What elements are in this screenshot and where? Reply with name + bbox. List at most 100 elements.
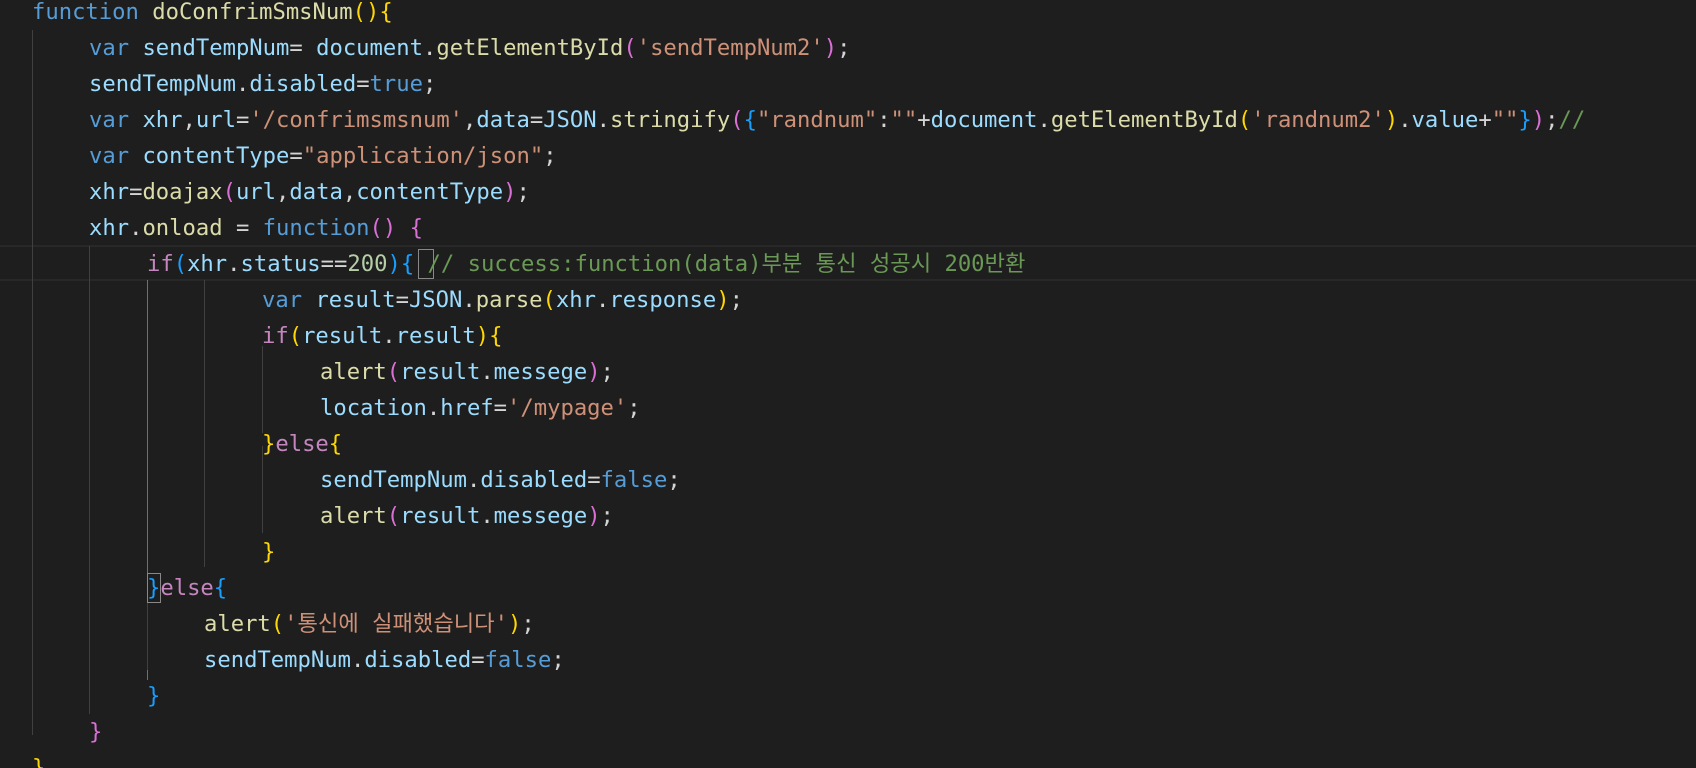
code-token: "" <box>890 107 918 133</box>
code-token: sendTempNum <box>320 467 467 493</box>
code-token: "" <box>1491 107 1519 133</box>
indent-guide <box>147 600 148 670</box>
code-line[interactable]: alert('통신에 실패했습니다'); <box>204 606 535 642</box>
code-token: href <box>440 395 494 421</box>
code-line[interactable]: var result=JSON.parse(xhr.response); <box>262 282 743 318</box>
code-line[interactable]: xhr=doajax(url,data,contentType); <box>89 174 530 210</box>
indent-guide <box>204 280 205 567</box>
code-token: else <box>275 431 329 457</box>
code-line[interactable]: var sendTempNum= document.getElementById… <box>89 30 850 66</box>
code-token: value <box>1411 107 1479 133</box>
code-token: sendTempNum <box>142 35 290 61</box>
code-token: disabled <box>249 71 357 97</box>
code-token: ) <box>587 503 601 529</box>
code-token: var <box>262 287 303 313</box>
code-line[interactable]: xhr.onload = function() { <box>89 210 423 246</box>
code-token: function <box>32 0 139 25</box>
code-token: data <box>476 107 530 133</box>
code-token: ( <box>288 323 303 349</box>
code-token: . <box>350 647 365 673</box>
code-token: ; <box>837 35 851 61</box>
code-token: JSON <box>543 107 597 133</box>
code-token: . <box>466 467 481 493</box>
code-token: var <box>89 35 130 61</box>
code-line[interactable]: if(result.result){ <box>262 318 502 354</box>
code-token: ( <box>386 503 401 529</box>
code-token: = <box>289 143 303 169</box>
code-token: result <box>302 323 383 349</box>
code-token: contentType <box>356 179 504 205</box>
code-token: onload <box>142 215 223 241</box>
code-token: ; <box>729 287 743 313</box>
bracket-match-close <box>147 573 161 603</box>
code-line[interactable]: } <box>262 534 275 570</box>
code-line[interactable]: sendTempNum.disabled=false; <box>204 642 565 678</box>
code-token: if <box>262 323 289 349</box>
code-token: ; <box>521 611 535 637</box>
code-line[interactable]: sendTempNum.disabled=true; <box>89 66 436 102</box>
code-line[interactable]: } <box>147 678 160 714</box>
code-token: '/mypage' <box>507 395 628 421</box>
code-token: false <box>600 467 668 493</box>
code-token: ( <box>730 107 744 133</box>
code-token: JSON <box>408 287 463 313</box>
code-line[interactable]: alert(result.messege); <box>320 498 614 534</box>
code-token: xhr <box>142 107 183 133</box>
code-token: if <box>147 251 174 277</box>
code-line[interactable]: } <box>32 750 45 768</box>
code-token: ; <box>422 71 437 97</box>
code-token: . <box>1037 107 1051 133</box>
code-line[interactable]: var contentType="application/json"; <box>89 138 557 174</box>
code-token: '통신에 실패했습니다' <box>284 611 508 637</box>
code-token: ) <box>507 611 522 637</box>
code-token: ) <box>475 323 490 349</box>
code-token: ; <box>1545 107 1559 133</box>
bracket-match-open <box>418 249 434 279</box>
code-token: . <box>382 323 396 349</box>
code-token: . <box>595 287 610 313</box>
code-token: ; <box>600 503 614 529</box>
code-token: result <box>400 503 481 529</box>
code-token: { <box>213 575 228 601</box>
code-token: doajax <box>142 179 223 205</box>
code-token: var <box>89 107 130 133</box>
code-token: false <box>484 647 552 673</box>
code-token: . <box>129 215 143 241</box>
code-token: { <box>328 431 343 457</box>
code-token: disabled <box>364 647 472 673</box>
code-token: ( <box>623 35 637 61</box>
code-token: . <box>1398 107 1412 133</box>
code-token: getElementById <box>436 35 624 61</box>
code-line[interactable]: function doConfrimSmsNum(){ <box>32 0 393 30</box>
code-token: { <box>400 251 415 277</box>
code-line[interactable]: if(xhr.status==200){ // success:function… <box>147 246 1025 282</box>
code-token: disabled <box>480 467 588 493</box>
code-line[interactable]: location.href='/mypage'; <box>320 390 641 426</box>
code-line[interactable]: } <box>89 714 102 750</box>
code-token: result <box>395 323 476 349</box>
code-line[interactable]: }else{ <box>262 426 342 462</box>
code-token: ) <box>503 179 517 205</box>
code-token: "application/json" <box>302 143 544 169</box>
code-token: = <box>129 179 143 205</box>
code-token: ; <box>543 143 557 169</box>
code-line[interactable]: var xhr,url='/confrimsmsnum',data=JSON.s… <box>89 102 1585 138</box>
code-token: = <box>587 467 601 493</box>
code-line[interactable]: alert(result.messege); <box>320 354 614 390</box>
code-token: xhr <box>89 179 130 205</box>
code-token: ) <box>823 35 838 61</box>
code-editor[interactable]: function doConfrimSmsNum(){var sendTempN… <box>0 0 1696 768</box>
code-token: // success:function(data)부분 통신 성공시 200반환 <box>427 251 1026 277</box>
code-line[interactable]: sendTempNum.disabled=false; <box>320 462 681 498</box>
code-token: . <box>426 395 441 421</box>
indent-guide <box>32 30 33 735</box>
code-token: , <box>182 107 196 133</box>
code-token: . <box>235 71 250 97</box>
code-token: sendTempNum <box>204 647 351 673</box>
code-token: data <box>289 179 343 205</box>
code-token: = <box>493 395 508 421</box>
